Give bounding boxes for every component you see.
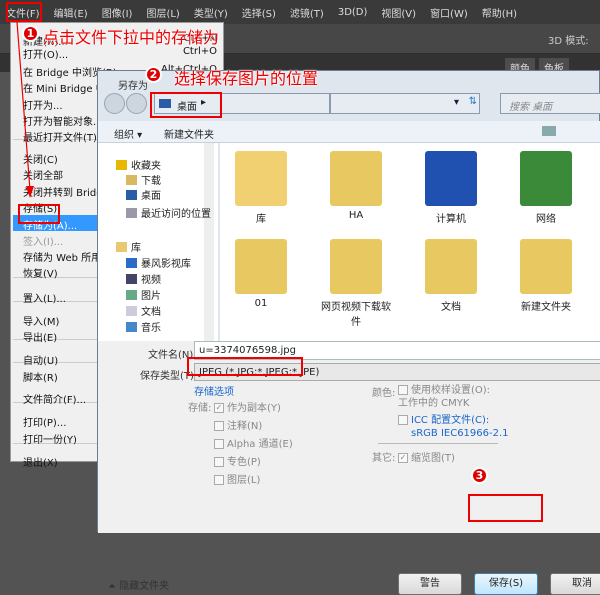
step-2-badge: 2 bbox=[145, 66, 162, 83]
save-button[interactable]: 保存(S) bbox=[474, 573, 538, 595]
step-1-badge: 1 bbox=[22, 25, 39, 42]
step-3-badge: 3 bbox=[471, 467, 488, 484]
warning-button[interactable]: 警告 bbox=[398, 573, 462, 595]
hide-folders-button[interactable]: ⏶ 隐藏文件夹 bbox=[108, 577, 169, 592]
step-1-text: 点击文件下拉中的存储为 bbox=[43, 28, 220, 47]
cancel-button[interactable]: 取消 bbox=[550, 573, 600, 595]
step-2-text: 选择保存图片的位置 bbox=[174, 69, 319, 88]
chevron-up-icon: ⏶ bbox=[108, 581, 116, 592]
